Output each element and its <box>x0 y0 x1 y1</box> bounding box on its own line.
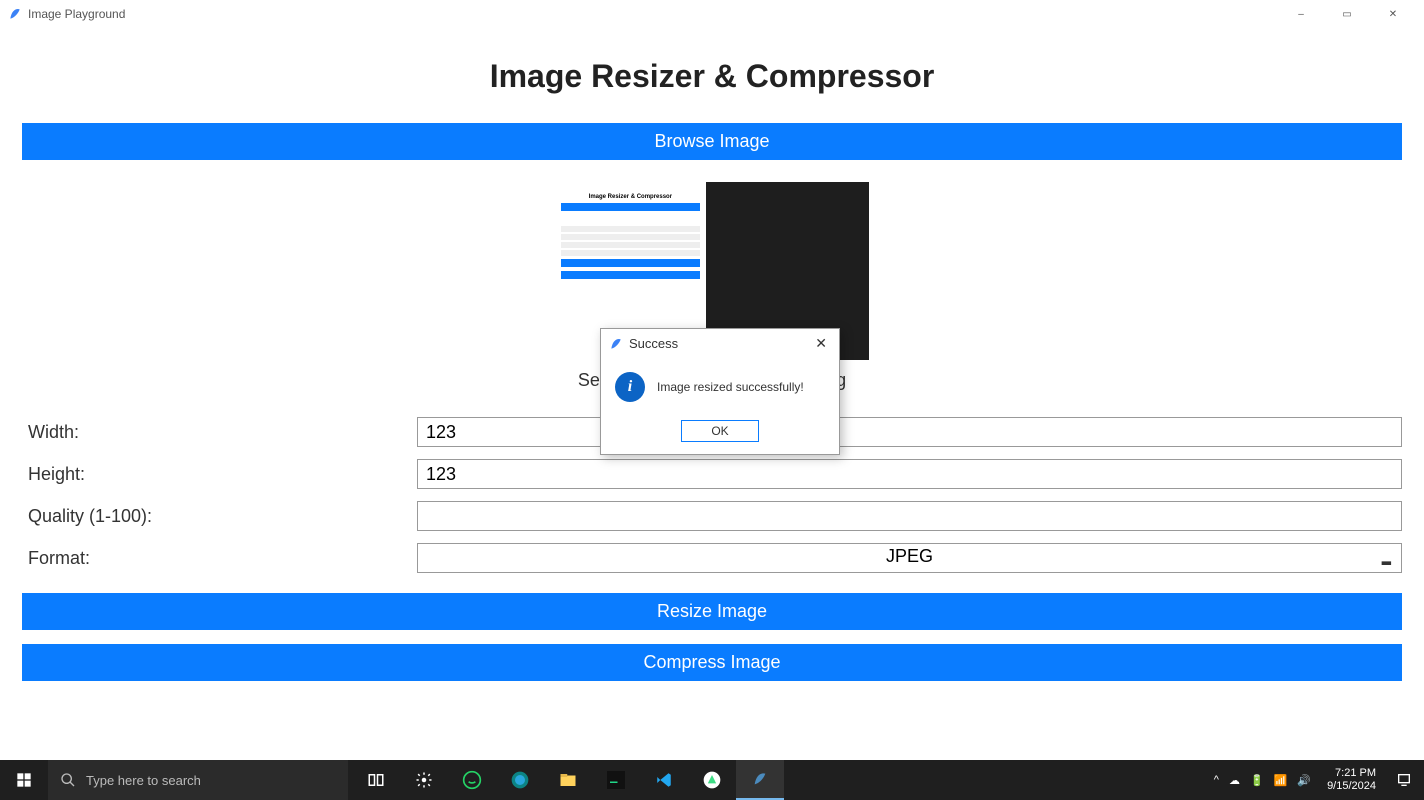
dialog-title: Success <box>629 336 678 351</box>
file-explorer-icon[interactable] <box>544 760 592 800</box>
tray-volume-icon[interactable]: 🔊 <box>1297 774 1311 787</box>
taskbar-apps <box>352 760 784 800</box>
tray-onedrive-icon[interactable]: ☁ <box>1229 774 1240 787</box>
dialog-ok-button[interactable]: OK <box>681 420 759 442</box>
close-button[interactable]: ✕ <box>1370 0 1416 28</box>
format-label: Format: <box>22 548 417 569</box>
tray-battery-icon[interactable]: 🔋 <box>1250 774 1264 787</box>
settings-icon[interactable] <box>400 760 448 800</box>
quality-label: Quality (1-100): <box>22 506 417 527</box>
width-label: Width: <box>22 422 417 443</box>
resize-image-button[interactable]: Resize Image <box>22 593 1402 630</box>
window-titlebar: Image Playground – ▭ ✕ <box>0 0 1424 28</box>
window-controls: – ▭ ✕ <box>1278 0 1416 28</box>
edge-icon[interactable] <box>496 760 544 800</box>
height-input[interactable] <box>417 459 1402 489</box>
quality-input[interactable] <box>417 501 1402 531</box>
pycharm-icon[interactable] <box>592 760 640 800</box>
vscode-icon[interactable] <box>640 760 688 800</box>
start-button[interactable] <box>0 760 48 800</box>
format-row: Format: JPEG ▂ <box>22 543 1402 573</box>
window-title: Image Playground <box>28 7 125 21</box>
taskbar: Type here to search ^ ☁ <box>0 760 1424 800</box>
dialog-message: Image resized successfully! <box>657 380 804 394</box>
android-studio-icon[interactable] <box>688 760 736 800</box>
minimize-button[interactable]: – <box>1278 0 1324 28</box>
whatsapp-icon[interactable] <box>448 760 496 800</box>
taskbar-clock[interactable]: 7:21 PM 9/15/2024 <box>1319 767 1384 793</box>
height-row: Height: <box>22 459 1402 489</box>
system-tray[interactable]: ^ ☁ 🔋 📶 🔊 <box>1214 774 1319 787</box>
success-dialog: Success ✕ i Image resized successfully! … <box>600 328 840 455</box>
maximize-button[interactable]: ▭ <box>1324 0 1370 28</box>
search-placeholder: Type here to search <box>86 773 201 788</box>
width-input[interactable] <box>417 417 1402 447</box>
python-app-icon[interactable] <box>736 760 784 800</box>
tray-wifi-icon[interactable]: 📶 <box>1274 774 1288 787</box>
task-view-icon[interactable] <box>352 760 400 800</box>
format-value: JPEG <box>886 546 933 566</box>
taskbar-search[interactable]: Type here to search <box>48 760 348 800</box>
clock-date: 9/15/2024 <box>1327 780 1376 793</box>
format-select[interactable]: JPEG ▂ <box>417 543 1402 573</box>
dialog-app-icon <box>609 337 623 351</box>
app-icon <box>8 7 22 21</box>
height-label: Height: <box>22 464 417 485</box>
browse-image-button[interactable]: Browse Image <box>22 123 1402 160</box>
compress-image-button[interactable]: Compress Image <box>22 644 1402 681</box>
info-icon: i <box>615 372 645 402</box>
notifications-icon[interactable] <box>1384 760 1424 800</box>
quality-row: Quality (1-100): <box>22 501 1402 531</box>
dialog-close-button[interactable]: ✕ <box>811 335 831 352</box>
dialog-titlebar: Success ✕ <box>601 329 839 358</box>
page-title: Image Resizer & Compressor <box>22 58 1402 95</box>
tray-chevron-icon[interactable]: ^ <box>1214 774 1219 786</box>
clock-time: 7:21 PM <box>1327 767 1376 780</box>
dropdown-handle-icon: ▂ <box>1382 551 1391 565</box>
